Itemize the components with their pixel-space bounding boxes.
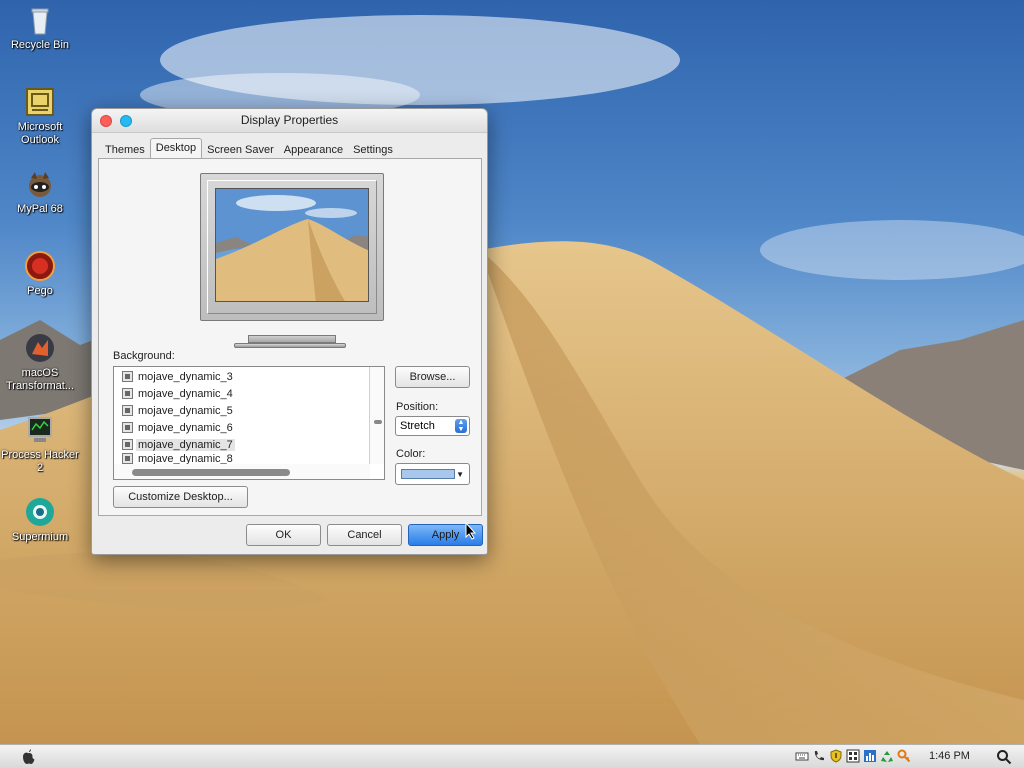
desktop-icon-label: MyPal 68 — [17, 203, 63, 215]
desktop-tab-panel: Background: mojave_dynamic_3 mojave_dyna… — [98, 158, 482, 516]
desktop-icon-recycle-bin[interactable]: Recycle Bin — [0, 4, 80, 52]
monitor-preview — [200, 173, 384, 348]
desktop-icon-supermium[interactable]: Supermium — [0, 496, 80, 544]
stepper-arrows-icon: ▲ ▼ — [455, 419, 467, 433]
window-titlebar[interactable]: Display Properties — [92, 109, 487, 133]
image-file-icon — [122, 439, 133, 450]
monitor-stand — [248, 335, 336, 343]
recycle-bin-icon — [31, 8, 49, 35]
tab-appearance[interactable]: Appearance — [279, 140, 348, 160]
background-list[interactable]: mojave_dynamic_3 mojave_dynamic_4 mojave… — [113, 366, 385, 480]
list-item[interactable]: mojave_dynamic_4 — [114, 385, 233, 402]
desktop-icon-mypal[interactable]: MyPal 68 — [0, 168, 80, 216]
color-label: Color: — [396, 448, 426, 460]
list-item[interactable]: mojave_dynamic_8 — [114, 453, 233, 464]
recycle-icon[interactable] — [880, 749, 894, 763]
customize-desktop-button[interactable]: Customize Desktop... — [113, 486, 248, 508]
macos-transformation-icon — [26, 334, 54, 362]
tab-themes[interactable]: Themes — [100, 140, 150, 160]
list-item[interactable]: mojave_dynamic_6 — [114, 419, 233, 436]
position-select[interactable]: Stretch ▲ ▼ — [395, 416, 470, 436]
apple-icon[interactable] — [20, 748, 36, 766]
monitor-base — [234, 343, 346, 348]
desktop-icon-macos-transformation[interactable]: macOS Transformat... — [0, 332, 80, 393]
desktop-icon-label: Supermium — [11, 531, 69, 543]
tab-screen-saver[interactable]: Screen Saver — [202, 140, 279, 160]
tab-desktop[interactable]: Desktop — [149, 138, 203, 159]
key-icon[interactable] — [897, 749, 911, 763]
shield-icon[interactable] — [829, 749, 843, 763]
chart-icon[interactable] — [863, 749, 877, 763]
outlook-icon — [26, 88, 54, 116]
desktop-icon-label: Recycle Bin — [10, 39, 70, 51]
background-label: Background: — [113, 350, 175, 362]
desktop-icon-label: macOS Transformat... — [5, 367, 75, 392]
tab-settings[interactable]: Settings — [348, 140, 398, 160]
monitor-bezel — [200, 173, 384, 321]
color-picker[interactable]: ▼ — [395, 463, 470, 485]
taskbar-clock[interactable]: 1:46 PM — [929, 750, 970, 762]
system-tray — [795, 749, 911, 765]
scrollbar-thumb[interactable] — [374, 420, 382, 424]
display-properties-window: Display Properties Themes Desktop Screen… — [91, 108, 488, 555]
cancel-button[interactable]: Cancel — [327, 524, 402, 546]
image-file-icon — [122, 371, 133, 382]
wallpaper-preview — [215, 188, 369, 302]
desktop-icon-process-hacker[interactable]: Process Hacker 2 — [0, 414, 80, 475]
desktop-icon-label: Pego — [27, 285, 53, 297]
list-item[interactable]: mojave_dynamic_3 — [114, 368, 233, 385]
mouse-cursor-icon — [465, 522, 477, 540]
process-hacker-icon — [28, 417, 52, 442]
color-swatch — [401, 469, 455, 479]
mypal-icon — [29, 172, 51, 197]
position-label: Position: — [396, 401, 439, 413]
scrollbar-thumb[interactable] — [132, 469, 290, 476]
keyboard-icon[interactable] — [795, 749, 809, 763]
desktop-icon-label: Microsoft Outlook — [17, 121, 63, 146]
desktop-icon-pego[interactable]: Pego — [0, 250, 80, 298]
network-icon[interactable] — [846, 749, 860, 763]
image-file-icon — [122, 388, 133, 399]
image-file-icon — [122, 453, 133, 464]
list-item[interactable]: mojave_dynamic_5 — [114, 402, 233, 419]
desktop-icon-microsoft-outlook[interactable]: Microsoft Outlook — [0, 86, 80, 147]
image-file-icon — [122, 422, 133, 433]
supermium-icon — [26, 498, 54, 526]
tab-bar: Themes Desktop Screen Saver Appearance S… — [100, 138, 398, 159]
ok-button[interactable]: OK — [246, 524, 321, 546]
search-icon[interactable] — [996, 749, 1012, 765]
taskbar: 1:46 PM — [0, 744, 1024, 768]
window-title: Display Properties — [240, 113, 339, 127]
position-value: Stretch — [400, 420, 435, 432]
vertical-scrollbar[interactable] — [369, 367, 384, 464]
image-file-icon — [122, 405, 133, 416]
chevron-down-icon: ▼ — [456, 470, 464, 479]
horizontal-scrollbar[interactable] — [114, 464, 370, 479]
browse-button[interactable]: Browse... — [395, 366, 470, 388]
phone-icon[interactable] — [812, 749, 826, 763]
pego-icon — [25, 251, 55, 281]
desktop-icon-label: Process Hacker 2 — [1, 449, 79, 474]
list-item-selected[interactable]: mojave_dynamic_7 — [114, 436, 235, 453]
